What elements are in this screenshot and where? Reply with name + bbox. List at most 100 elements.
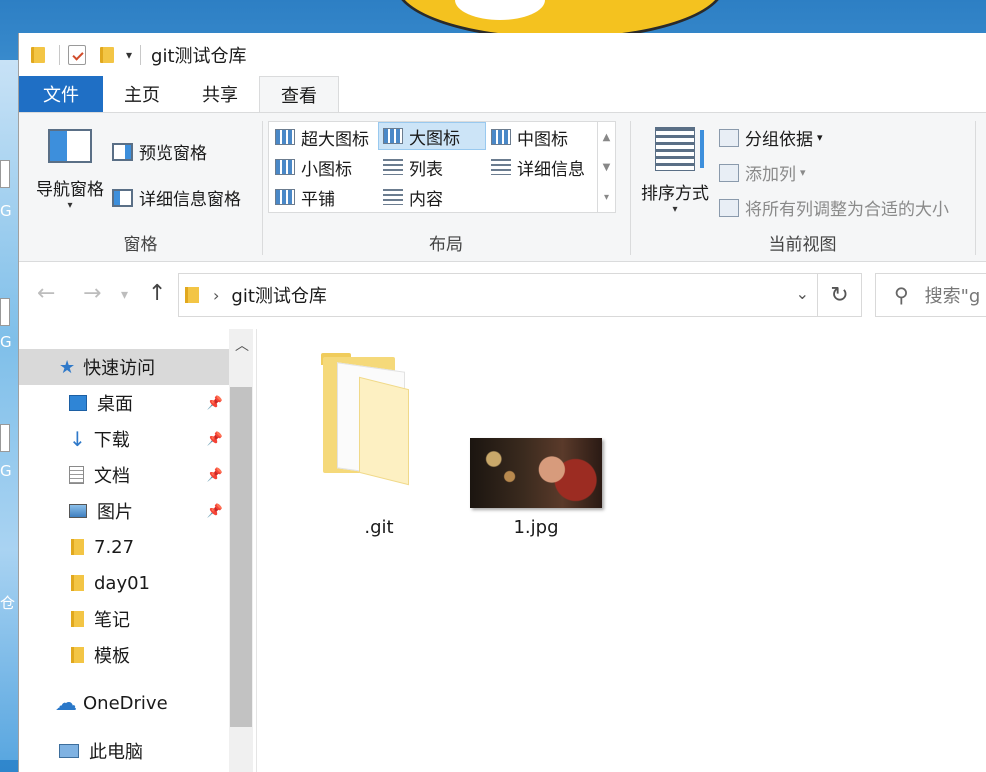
new-folder-button[interactable] bbox=[100, 46, 114, 63]
recent-locations-chevron-icon[interactable]: ▾ bbox=[121, 287, 128, 303]
sort-by-label: 排序方式 bbox=[641, 184, 709, 204]
expand-icon[interactable]: ▾ bbox=[604, 192, 609, 203]
nav-item-documents[interactable]: 文档 📌 bbox=[19, 457, 229, 493]
details-icon bbox=[491, 159, 511, 175]
nav-item-label: 快速访问 bbox=[83, 358, 156, 379]
folder-icon bbox=[185, 287, 199, 303]
folder-icon bbox=[100, 46, 114, 63]
layout-medium-icons[interactable]: 中图标 bbox=[487, 123, 568, 151]
window-title: git测试仓库 bbox=[151, 45, 247, 67]
search-input[interactable]: ⚲ 搜索"g bbox=[875, 273, 986, 317]
divider bbox=[59, 44, 60, 65]
large-icons-icon bbox=[383, 128, 403, 144]
tiles-icon bbox=[275, 189, 295, 205]
back-arrow-icon[interactable]: ← bbox=[37, 281, 55, 306]
fit-columns-icon bbox=[719, 198, 739, 217]
layout-gallery: 超大图标 大图标 中图标 小图标 列表 详细信息 平铺 内容 ▲ ▼ ▾ bbox=[268, 121, 616, 213]
chevron-up-icon[interactable]: ▲ bbox=[603, 132, 611, 143]
content-icon bbox=[383, 189, 403, 205]
layout-gallery-scroll[interactable]: ▲ ▼ ▾ bbox=[597, 122, 615, 212]
desktop-icon bbox=[69, 395, 87, 411]
folder-icon[interactable] bbox=[315, 353, 415, 486]
refresh-icon[interactable]: ↻ bbox=[817, 274, 861, 316]
file-item-git[interactable]: .git bbox=[327, 517, 431, 538]
fit-columns-label: 将所有列调整为合适的大小 bbox=[745, 200, 949, 220]
layout-item-label: 内容 bbox=[409, 189, 443, 210]
star-icon: ★ bbox=[59, 356, 76, 378]
explorer-window: ▾ git测试仓库 文件 主页 共享 查看 导航窗格 ▾ 预览窗格 详细信息窗格 bbox=[18, 33, 986, 772]
layout-content[interactable]: 内容 bbox=[379, 183, 443, 211]
layout-extra-large-icons[interactable]: 超大图标 bbox=[271, 123, 369, 151]
nav-item-pictures[interactable]: 图片 📌 bbox=[19, 493, 229, 529]
picture-icon bbox=[69, 504, 87, 518]
navigation-pane-scrollbar[interactable]: ︿ bbox=[229, 329, 253, 772]
nav-item-desktop[interactable]: 桌面 📌 bbox=[19, 385, 229, 421]
group-by-button[interactable]: 分组依据 ▾ bbox=[719, 125, 823, 150]
pin-icon[interactable]: 📌 bbox=[207, 432, 223, 447]
search-placeholder: 搜索"g bbox=[924, 286, 981, 307]
search-icon: ⚲ bbox=[894, 283, 909, 307]
nav-item-folder-templates[interactable]: 模板 bbox=[19, 637, 229, 673]
desktop-icon-fragment[interactable] bbox=[0, 298, 10, 326]
address-dropdown-icon[interactable]: ⌄ bbox=[796, 284, 809, 303]
pin-icon[interactable]: 📌 bbox=[207, 504, 223, 519]
layout-item-label: 大图标 bbox=[409, 128, 460, 149]
pin-icon[interactable]: 📌 bbox=[207, 396, 223, 411]
list-icon bbox=[383, 159, 403, 175]
layout-item-label: 中图标 bbox=[517, 129, 568, 150]
layout-details[interactable]: 详细信息 bbox=[487, 153, 585, 181]
fit-columns-button[interactable]: 将所有列调整为合适的大小 bbox=[719, 195, 949, 220]
nav-item-label: 图片 bbox=[97, 502, 133, 523]
nav-item-folder-727[interactable]: 7.27 bbox=[19, 529, 229, 565]
desktop-icon-fragment[interactable] bbox=[0, 160, 10, 188]
sort-icon bbox=[655, 127, 704, 171]
tab-file[interactable]: 文件 bbox=[19, 76, 103, 112]
nav-item-folder-notes[interactable]: 笔记 bbox=[19, 601, 229, 637]
nav-item-folder-day01[interactable]: day01 bbox=[19, 565, 229, 601]
nav-item-label: 模板 bbox=[94, 646, 130, 667]
group-by-label: 分组依据 bbox=[745, 130, 813, 150]
scrollbar-thumb[interactable] bbox=[230, 387, 252, 727]
group-label-layout: 布局 bbox=[429, 235, 463, 255]
sort-by-button[interactable]: 排序方式 ▾ bbox=[636, 127, 714, 215]
address-bar[interactable]: › git测试仓库 ⌄ ↻ bbox=[178, 273, 862, 317]
layout-group: 超大图标 大图标 中图标 小图标 列表 详细信息 平铺 内容 ▲ ▼ ▾ 布局 bbox=[19, 113, 630, 261]
layout-large-icons[interactable]: 大图标 bbox=[378, 122, 486, 150]
extra-large-icons-icon bbox=[275, 129, 295, 145]
layout-list[interactable]: 列表 bbox=[379, 153, 443, 181]
nav-item-label: 下载 bbox=[93, 430, 130, 451]
chevron-right-icon[interactable]: › bbox=[213, 286, 219, 305]
layout-small-icons[interactable]: 小图标 bbox=[271, 153, 352, 181]
image-thumbnail[interactable] bbox=[470, 438, 602, 508]
layout-item-label: 列表 bbox=[409, 159, 443, 180]
tab-view[interactable]: 查看 bbox=[259, 76, 339, 113]
forward-arrow-icon[interactable]: → bbox=[83, 281, 101, 306]
desktop-icon-label: G bbox=[0, 333, 12, 351]
nav-item-label: day01 bbox=[94, 572, 151, 594]
properties-button[interactable] bbox=[68, 44, 86, 65]
nav-this-pc[interactable]: 此电脑 bbox=[19, 733, 229, 769]
up-arrow-icon[interactable]: ↑ bbox=[148, 281, 166, 306]
layout-tiles[interactable]: 平铺 bbox=[271, 183, 335, 211]
pin-icon[interactable]: 📌 bbox=[207, 468, 223, 483]
layout-item-label: 详细信息 bbox=[517, 159, 585, 180]
desktop-icon-label: G bbox=[0, 202, 12, 220]
tab-home[interactable]: 主页 bbox=[103, 76, 181, 112]
download-icon: ↓ bbox=[69, 427, 86, 451]
nav-item-downloads[interactable]: ↓ 下载 📌 bbox=[19, 421, 229, 457]
desktop-icon-label: 仓 bbox=[0, 594, 16, 612]
nav-quick-access[interactable]: ★ 快速访问 bbox=[19, 349, 229, 385]
desktop-icon-fragment[interactable] bbox=[0, 424, 10, 452]
layout-item-label: 小图标 bbox=[301, 159, 352, 180]
desktop-icon-label: G bbox=[0, 462, 12, 480]
quick-access-dropdown[interactable]: ▾ bbox=[126, 48, 132, 62]
chevron-up-icon[interactable]: ︿ bbox=[235, 335, 249, 355]
address-path[interactable]: git测试仓库 bbox=[231, 282, 326, 308]
nav-onedrive[interactable]: ☁ OneDrive bbox=[19, 685, 229, 721]
tab-share[interactable]: 共享 bbox=[181, 76, 259, 112]
chevron-down-icon: ▾ bbox=[800, 166, 806, 179]
add-column-button[interactable]: 添加列 ▾ bbox=[719, 160, 806, 185]
chevron-down-icon[interactable]: ▼ bbox=[603, 162, 611, 173]
file-item-jpg[interactable]: 1.jpg bbox=[470, 517, 602, 538]
chevron-down-icon: ▾ bbox=[672, 204, 678, 215]
